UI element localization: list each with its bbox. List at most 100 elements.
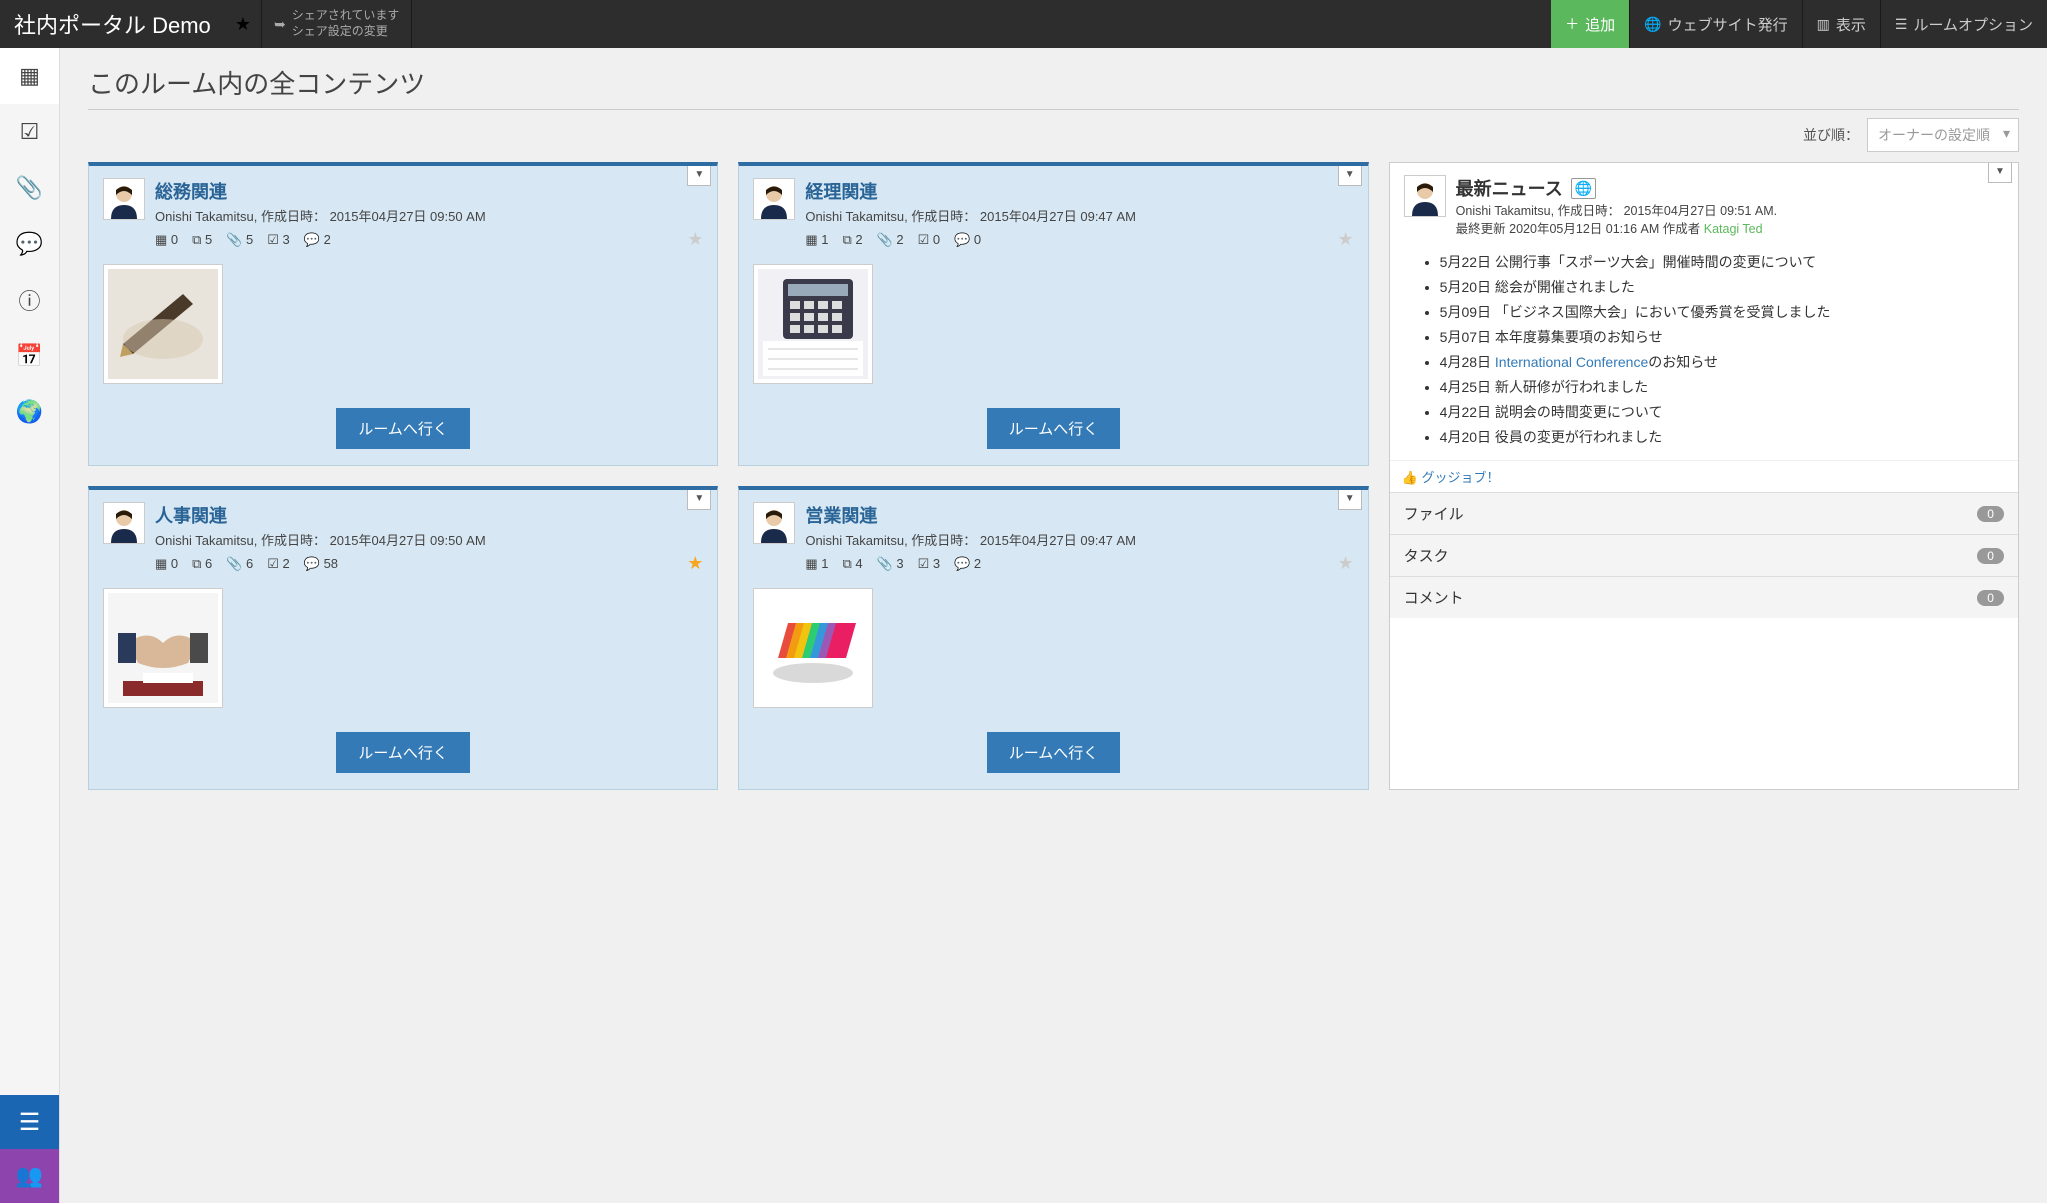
stat-grid: ▦ 0 xyxy=(155,556,178,572)
room-meta: Onishi Takamitsu, 作成日時： 2015年04月27日 09:5… xyxy=(155,206,703,225)
star-icon[interactable]: ★ xyxy=(687,229,703,250)
share-status[interactable]: ➥ シェアされています シェア設定の変更 xyxy=(262,0,412,48)
rail-info-button[interactable]: ⓘ xyxy=(0,272,59,328)
room-title-link[interactable]: 総務関連 xyxy=(155,178,703,204)
display-label: 表示 xyxy=(1836,14,1866,35)
news-list: 5月22日 公開行事「スポーツ大会」開催時間の変更について5月20日 総会が開催… xyxy=(1390,246,2018,460)
star-icon[interactable]: ★ xyxy=(687,553,703,574)
news-section-row[interactable]: コメント 0 xyxy=(1390,576,2018,618)
room-title-link[interactable]: 経理関連 xyxy=(805,178,1353,204)
room-card: ▼ 総務関連 Onishi Takamitsu, 作成日時： 2015年04月2… xyxy=(88,162,718,466)
page-title: このルーム内の全コンテンツ xyxy=(88,64,2019,110)
sort-select[interactable]: オーナーの設定順 xyxy=(1867,118,2019,152)
rail-people-button[interactable]: 👥 xyxy=(0,1149,59,1203)
news-section-row[interactable]: タスク 0 xyxy=(1390,534,2018,576)
go-to-room-button[interactable]: ルームへ行く xyxy=(336,408,470,449)
share-icon: ➥ xyxy=(274,15,286,33)
rail-tasks-button[interactable]: ☑ xyxy=(0,104,59,160)
section-label: ファイル xyxy=(1404,503,1464,524)
section-count-badge: 0 xyxy=(1977,548,2004,564)
stat-comment: 💬 2 xyxy=(304,232,331,248)
go-to-room-button[interactable]: ルームへ行く xyxy=(336,732,470,773)
stat-comment: 💬 0 xyxy=(954,232,981,248)
room-title-link[interactable]: 人事関連 xyxy=(155,502,703,528)
publish-website-button[interactable]: 🌐 ウェブサイト発行 xyxy=(1629,0,1801,48)
room-meta: Onishi Takamitsu, 作成日時： 2015年04月27日 09:4… xyxy=(805,206,1353,225)
section-label: コメント xyxy=(1404,587,1464,608)
stat-comment: 💬 2 xyxy=(954,556,981,572)
stat-copy: ⧉ 2 xyxy=(842,232,862,248)
go-to-room-button[interactable]: ルームへ行く xyxy=(987,732,1121,773)
avatar xyxy=(103,502,145,544)
news-author: Onishi Takamitsu xyxy=(1456,204,1551,218)
room-stats: ▦ 1 ⧉ 2 📎 2 ☑ 0 💬 0 ★ xyxy=(805,229,1353,250)
room-card: ▼ 経理関連 Onishi Takamitsu, 作成日時： 2015年04月2… xyxy=(738,162,1368,466)
news-item: 4月20日 役員の変更が行われました xyxy=(1440,425,2002,450)
news-title: 最新ニュース xyxy=(1456,175,1563,201)
room-options-button[interactable]: ☰ ルームオプション xyxy=(1880,0,2047,48)
rail-attachments-button[interactable]: 📎 xyxy=(0,160,59,216)
stat-task: ☑ 2 xyxy=(267,556,290,572)
stat-task: ☑ 3 xyxy=(918,556,941,572)
globe-icon: 🌐 xyxy=(1644,16,1661,33)
avatar xyxy=(753,178,795,220)
rail-globe-button[interactable]: 🌍 xyxy=(0,384,59,440)
share-line2: シェア設定の変更 xyxy=(292,24,400,40)
news-link[interactable]: International Conference xyxy=(1495,354,1648,370)
rail-grid-button[interactable]: ▦ xyxy=(0,48,59,104)
news-item: 5月09日 「ビジネス国際大会」において優秀賞を受賞しました xyxy=(1440,300,2002,325)
sort-row: 並び順： オーナーの設定順 xyxy=(88,118,2019,152)
news-item: 5月07日 本年度募集要項のお知らせ xyxy=(1440,325,2002,350)
favorite-star-button[interactable]: ★ xyxy=(225,0,262,48)
main-content: このルーム内の全コンテンツ 並び順： オーナーの設定順 ▼ 総務関連 Onish… xyxy=(60,48,2047,1203)
left-rail: ▦ ☑ 📎 💬 ⓘ 📅 🌍 ☰ 👥 xyxy=(0,48,60,1203)
stat-attachment: 📎 5 xyxy=(226,232,253,248)
stat-copy: ⧉ 4 xyxy=(842,556,862,572)
card-menu-toggle[interactable]: ▼ xyxy=(687,166,711,186)
stat-grid: ▦ 1 xyxy=(805,232,828,248)
globe-icon: 🌐 xyxy=(1571,178,1596,199)
add-button[interactable]: ＋ 追加 xyxy=(1551,0,1629,48)
room-thumbnail xyxy=(103,264,223,384)
good-job-label: グッジョブ！ xyxy=(1421,470,1499,485)
add-button-label: 追加 xyxy=(1585,14,1615,35)
room-stats: ▦ 1 ⧉ 4 📎 3 ☑ 3 💬 2 ★ xyxy=(805,553,1353,574)
sort-value: オーナーの設定順 xyxy=(1878,127,1990,143)
thumbs-up-icon: 👍 xyxy=(1402,470,1418,485)
news-card: ▼ 最新ニュース 🌐 Onishi Takamitsu, 作成日時： 2015年… xyxy=(1389,162,2019,790)
publish-label: ウェブサイト発行 xyxy=(1668,14,1788,35)
rail-calendar-button[interactable]: 📅 xyxy=(0,328,59,384)
news-updated-by: Katagi Ted xyxy=(1704,222,1763,236)
room-thumbnail xyxy=(753,588,873,708)
news-item: 5月22日 公開行事「スポーツ大会」開催時間の変更について xyxy=(1440,250,2002,275)
room-card: ▼ 人事関連 Onishi Takamitsu, 作成日時： 2015年04月2… xyxy=(88,486,718,790)
section-count-badge: 0 xyxy=(1977,590,2004,606)
room-thumbnail xyxy=(753,264,873,384)
rail-menu-button[interactable]: ☰ xyxy=(0,1095,59,1149)
display-button[interactable]: ▥ 表示 xyxy=(1802,0,1880,48)
stat-copy: ⧉ 6 xyxy=(192,556,212,572)
good-job-button[interactable]: 👍 グッジョブ！ xyxy=(1390,460,2018,492)
site-title: 社内ポータル Demo xyxy=(0,0,225,48)
rail-discussions-button[interactable]: 💬 xyxy=(0,216,59,272)
stat-task: ☑ 3 xyxy=(267,232,290,248)
card-menu-toggle[interactable]: ▼ xyxy=(1338,490,1362,510)
section-label: タスク xyxy=(1404,545,1449,566)
news-section-row[interactable]: ファイル0 xyxy=(1390,492,2018,534)
card-menu-toggle[interactable]: ▼ xyxy=(1338,166,1362,186)
news-updated: 2020年05月12日 01:16 AM xyxy=(1509,222,1659,236)
card-menu-toggle[interactable]: ▼ xyxy=(1988,163,2012,183)
stat-task: ☑ 0 xyxy=(918,232,941,248)
star-icon[interactable]: ★ xyxy=(1338,229,1354,250)
avatar xyxy=(753,502,795,544)
news-item: 5月20日 総会が開催されました xyxy=(1440,275,2002,300)
news-updated-prefix: 最終更新 xyxy=(1456,222,1506,236)
news-item: 4月22日 説明会の時間変更について xyxy=(1440,400,2002,425)
stat-grid: ▦ 1 xyxy=(805,556,828,572)
card-menu-toggle[interactable]: ▼ xyxy=(687,490,711,510)
go-to-room-button[interactable]: ルームへ行く xyxy=(987,408,1121,449)
star-icon[interactable]: ★ xyxy=(1338,553,1354,574)
room-title-link[interactable]: 営業関連 xyxy=(805,502,1353,528)
news-item: 4月25日 新人研修が行われました xyxy=(1440,375,2002,400)
news-item: 4月28日 International Conferenceのお知らせ xyxy=(1440,350,2002,375)
